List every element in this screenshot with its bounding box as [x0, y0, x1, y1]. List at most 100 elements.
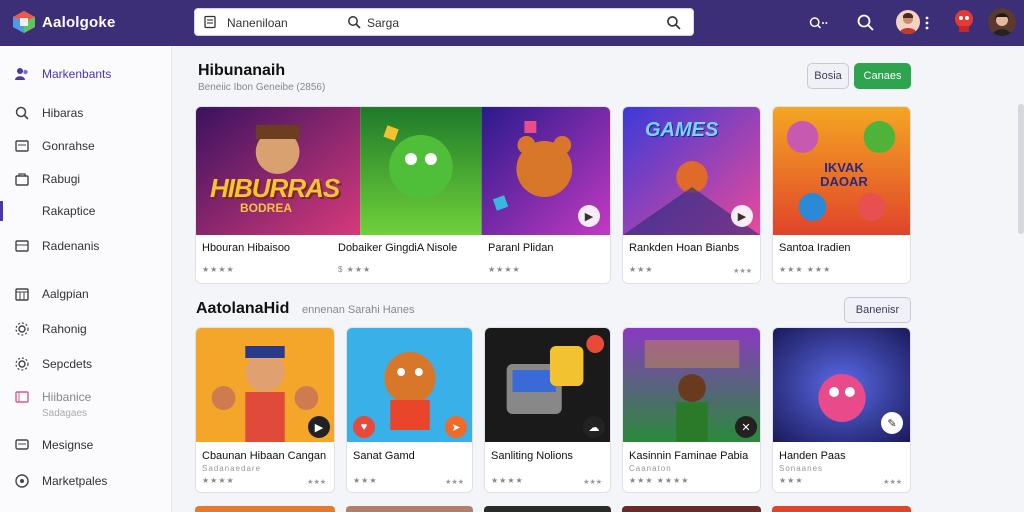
grid-icon	[15, 240, 29, 252]
featured-banner-image	[196, 107, 610, 235]
calendar-icon	[15, 288, 29, 301]
section-subtitle-popular: ennenan Sarahi Hanes	[302, 304, 415, 316]
browse-button[interactable]: Banenisr	[844, 297, 911, 323]
sidebar-item-bag[interactable]: Rabugi	[0, 167, 172, 191]
card-preview	[772, 506, 911, 512]
primary-green-button[interactable]: Canaes	[854, 63, 911, 89]
search-more-icon[interactable]	[808, 13, 828, 33]
search-icon	[15, 106, 29, 120]
game-card[interactable]: ✕ Kasinnin Faminae Pabia Caanaton ★★★ ★★…	[622, 327, 761, 493]
search-input[interactable]: Sarga	[367, 16, 399, 30]
heart-icon[interactable]: ♥	[353, 416, 375, 438]
card-title: Hbouran Hibaisoo	[202, 242, 291, 254]
card-art-title: GAMES	[645, 119, 719, 141]
play-icon[interactable]: ▶	[308, 416, 330, 438]
game-card[interactable]: ▶ Cbaunan Hibaan Cangan Sadanaedare ★★★★…	[195, 327, 335, 493]
sidebar-item-documents[interactable]: Gonrahse	[0, 134, 172, 158]
pencil-icon[interactable]: ✎	[881, 412, 903, 434]
card-preview	[195, 506, 335, 512]
game-card[interactable]: ✎ Handen Paas Sonaanes ★★★ ★★★	[772, 327, 911, 493]
sidebar-item-settings[interactable]: Rahonig	[0, 317, 172, 341]
section-title-featured: Hibunanaih	[198, 62, 286, 79]
notification-icon[interactable]	[952, 8, 976, 34]
card-rating: ★★★★	[202, 265, 235, 274]
card-meta: ★★★	[733, 268, 752, 275]
document-icon	[204, 15, 216, 29]
gear-icon	[15, 322, 29, 336]
card-title: Sanat Gamd	[353, 450, 415, 462]
search-category-text[interactable]: Naneniloan	[227, 16, 288, 30]
section-title-popular: AatolanaHid	[196, 300, 290, 317]
card-meta: ★★★	[583, 479, 602, 486]
card-rating: ★★★★	[488, 265, 521, 274]
card-rating: $ ★★★	[338, 265, 372, 274]
search-icon	[348, 16, 361, 29]
sidebar-item-marketplace[interactable]: Markenbants	[0, 62, 172, 86]
brand-name[interactable]: Aalolgoke	[42, 14, 115, 31]
card-title: Santoa Iradien	[779, 242, 851, 254]
close-icon[interactable]: ✕	[735, 416, 757, 438]
sidebar-item-messages[interactable]: Mesignse	[0, 433, 172, 457]
sidebar-item-tags[interactable]: Hiibanice	[0, 385, 172, 409]
globe-icon	[15, 474, 29, 488]
card-rating: ★★★★	[202, 476, 235, 485]
card-meta: ★★★	[445, 479, 464, 486]
document-icon	[15, 140, 29, 152]
card-title: Cbaunan Hibaan Cangan	[202, 450, 327, 462]
more-vertical-icon[interactable]	[924, 15, 930, 31]
person-icon	[992, 13, 1012, 36]
sidebar-item-calendar[interactable]: Aalgpian	[0, 282, 172, 306]
card-rating: ★★★	[629, 265, 654, 274]
card-preview	[622, 506, 761, 512]
featured-banner-card[interactable]: HIBURRAS BODREA ▶ Hbouran Hibaisoo ★★★★ …	[195, 106, 611, 284]
top-bar: Aalolgoke Naneniloan Sarga	[0, 0, 1024, 46]
arrow-icon[interactable]: ➤	[445, 416, 467, 438]
person-icon	[899, 13, 917, 34]
card-title: Dobaiker GingdiA Nisole	[338, 242, 458, 254]
section-subtitle-featured: Beneiic Ibon Geneibe (2856)	[198, 82, 326, 93]
search-submit-icon[interactable]	[666, 15, 681, 30]
card-subtitle: Caanaton	[629, 464, 672, 473]
user-avatar-2[interactable]	[988, 8, 1016, 36]
sidebar-item-subtext: Sadagaes	[42, 408, 88, 419]
banner-art-title: HIBURRAS	[210, 173, 340, 203]
card-title: Handen Paas	[779, 450, 846, 462]
tag-icon	[15, 391, 29, 403]
search-icon[interactable]	[856, 13, 876, 33]
card-title: Kasinnin Faminae Pabia	[629, 450, 749, 462]
game-card[interactable]: IKVAK DAOAR Santoa Iradien ★★★ ★★★	[772, 106, 911, 284]
card-title: Paranl Plidan	[488, 242, 554, 254]
play-icon[interactable]: ▶	[578, 205, 600, 227]
user-avatar-1[interactable]	[896, 10, 920, 34]
gear-icon	[15, 357, 29, 371]
game-card[interactable]: GAMES ▶ Rankden Hoan Bianbs ★★★ ★★★	[622, 106, 761, 284]
app-logo-icon[interactable]	[12, 10, 36, 34]
sidebar-item-search[interactable]: Hibaras	[0, 101, 172, 125]
card-preview	[346, 506, 473, 512]
sidebar-item-secrets[interactable]: Sepcdets	[0, 352, 172, 376]
sidebar: Markenbants Hibaras Gonrahse Rabugi Raka…	[0, 46, 172, 512]
game-card[interactable]: ♥ ➤ Sanat Gamd ★★★ ★★★	[346, 327, 473, 493]
card-subtitle: Sadanaedare	[202, 464, 262, 473]
message-icon	[15, 439, 29, 450]
card-rating: ★★★	[353, 476, 378, 485]
card-rating: ★★★	[779, 476, 804, 485]
play-icon[interactable]: ▶	[731, 205, 753, 227]
scrollbar[interactable]	[1018, 104, 1024, 234]
card-art-title: IKVAK DAOAR	[820, 160, 868, 189]
card-rating: ★★★ ★★★★	[629, 476, 690, 485]
bag-icon	[15, 173, 29, 186]
next-row-preview	[195, 506, 911, 512]
cloud-icon[interactable]: ☁	[583, 416, 605, 438]
sidebar-item-rakaptice[interactable]: Rakaptice	[0, 199, 172, 223]
banner-art-subtitle: BODREA	[240, 201, 293, 215]
secondary-button[interactable]: Bosia	[807, 63, 849, 89]
sidebar-item-marketplaces[interactable]: Marketpales	[0, 469, 172, 493]
card-title: Rankden Hoan Bianbs	[629, 242, 740, 254]
main-content: Hibunanaih Beneiic Ibon Geneibe (2856) B…	[172, 46, 1024, 512]
card-rating: ★★★★	[491, 476, 524, 485]
game-card[interactable]: ☁ Sanliting Nolions ★★★★ ★★★	[484, 327, 611, 493]
sidebar-item-radenanis[interactable]: Radenanis	[0, 234, 172, 258]
card-subtitle: Sonaanes	[779, 464, 824, 473]
search-bar[interactable]: Naneniloan Sarga	[194, 8, 694, 36]
